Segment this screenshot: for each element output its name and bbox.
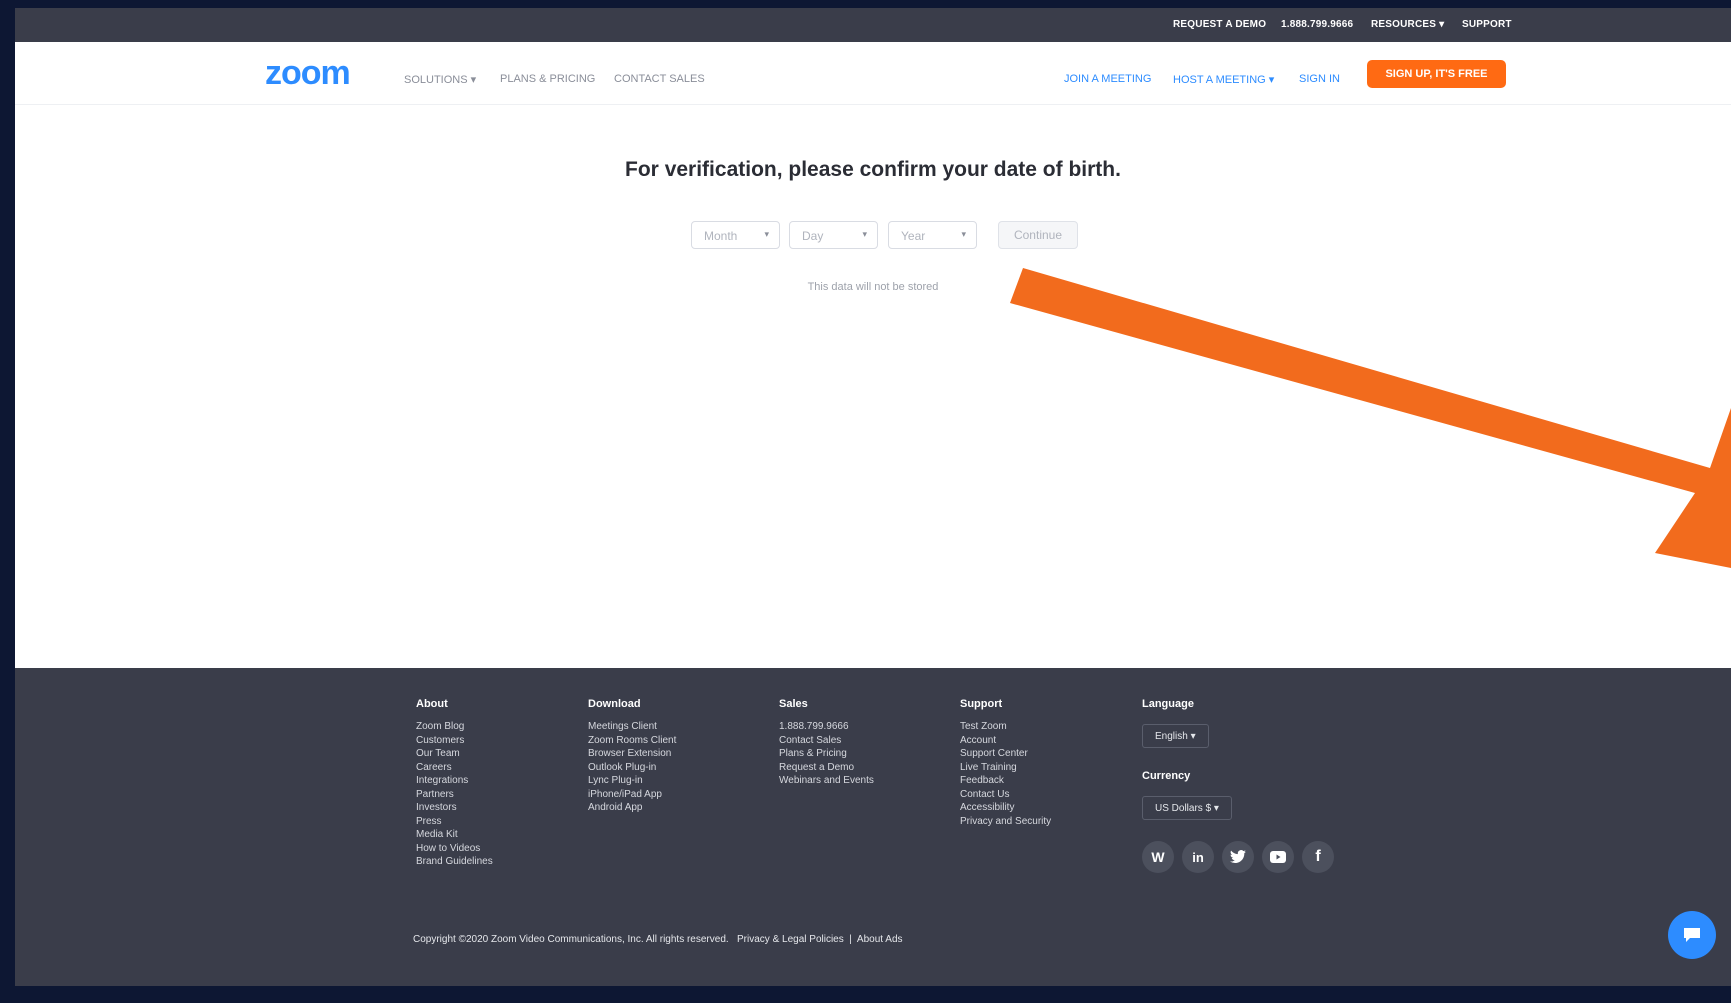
arrow-shape xyxy=(1010,268,1731,568)
browser-page: REQUEST A DEMO 1.888.799.9666 RESOURCES … xyxy=(15,8,1731,986)
chat-button[interactable] xyxy=(1668,911,1716,959)
annotation-arrow xyxy=(1010,268,1731,568)
chat-bubble-icon xyxy=(1684,928,1700,942)
